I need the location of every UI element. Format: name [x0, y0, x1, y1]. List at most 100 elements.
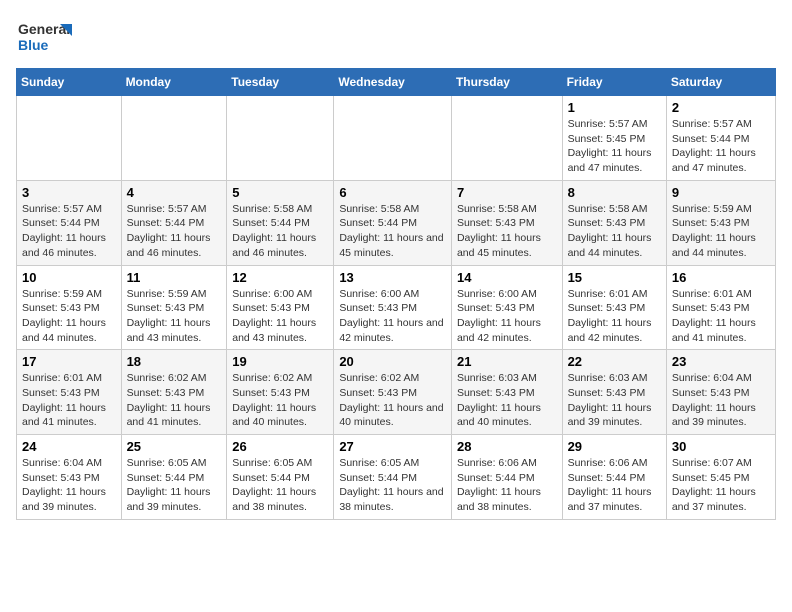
day-number: 3	[22, 185, 116, 200]
day-info: Sunrise: 5:57 AM Sunset: 5:44 PM Dayligh…	[22, 202, 116, 261]
day-info: Sunrise: 6:07 AM Sunset: 5:45 PM Dayligh…	[672, 456, 770, 515]
day-info: Sunrise: 5:57 AM Sunset: 5:44 PM Dayligh…	[127, 202, 222, 261]
day-number: 7	[457, 185, 557, 200]
day-info: Sunrise: 5:58 AM Sunset: 5:43 PM Dayligh…	[457, 202, 557, 261]
day-number: 23	[672, 354, 770, 369]
calendar-cell: 30 Sunrise: 6:07 AM Sunset: 5:45 PM Dayli…	[666, 435, 775, 520]
week-row-4: 17Sunrise: 6:01 AM Sunset: 5:43 PM Dayli…	[17, 350, 776, 435]
calendar-cell: 15 Sunrise: 6:01 AM Sunset: 5:43 PM Dayli…	[562, 265, 666, 350]
calendar-header: SundayMondayTuesdayWednesdayThursdayFrid…	[17, 69, 776, 96]
calendar-cell: 23Sunrise: 6:04 AM Sunset: 5:43 PM Dayli…	[666, 350, 775, 435]
day-info: Sunrise: 6:01 AM Sunset: 5:43 PM Dayligh…	[672, 287, 770, 346]
day-info: Sunrise: 6:06 AM Sunset: 5:44 PM Dayligh…	[568, 456, 661, 515]
day-info: Sunrise: 6:02 AM Sunset: 5:43 PM Dayligh…	[232, 371, 328, 430]
day-number: 28	[457, 439, 557, 454]
week-row-2: 3 Sunrise: 5:57 AM Sunset: 5:44 PM Daylig…	[17, 180, 776, 265]
day-number: 29	[568, 439, 661, 454]
calendar-cell	[451, 96, 562, 181]
calendar-cell: 13 Sunrise: 6:00 AM Sunset: 5:43 PM Dayli…	[334, 265, 452, 350]
day-number: 2	[672, 100, 770, 115]
day-info: Sunrise: 6:03 AM Sunset: 5:43 PM Dayligh…	[457, 371, 557, 430]
day-info: Sunrise: 6:00 AM Sunset: 5:43 PM Dayligh…	[457, 287, 557, 346]
logo-svg: GeneralBlue	[16, 16, 76, 60]
day-number: 11	[127, 270, 222, 285]
day-info: Sunrise: 6:02 AM Sunset: 5:43 PM Dayligh…	[339, 371, 446, 430]
day-info: Sunrise: 6:00 AM Sunset: 5:43 PM Dayligh…	[232, 287, 328, 346]
day-number: 5	[232, 185, 328, 200]
day-number: 26	[232, 439, 328, 454]
calendar-cell	[121, 96, 227, 181]
calendar-cell: 7 Sunrise: 5:58 AM Sunset: 5:43 PM Daylig…	[451, 180, 562, 265]
day-number: 18	[127, 354, 222, 369]
calendar-cell: 5 Sunrise: 5:58 AM Sunset: 5:44 PM Daylig…	[227, 180, 334, 265]
day-info: Sunrise: 6:05 AM Sunset: 5:44 PM Dayligh…	[232, 456, 328, 515]
day-info: Sunrise: 6:00 AM Sunset: 5:43 PM Dayligh…	[339, 287, 446, 346]
day-number: 10	[22, 270, 116, 285]
day-number: 21	[457, 354, 557, 369]
calendar-cell: 26 Sunrise: 6:05 AM Sunset: 5:44 PM Dayli…	[227, 435, 334, 520]
calendar-table: SundayMondayTuesdayWednesdayThursdayFrid…	[16, 68, 776, 520]
calendar-cell: 22Sunrise: 6:03 AM Sunset: 5:43 PM Dayli…	[562, 350, 666, 435]
day-info: Sunrise: 6:04 AM Sunset: 5:43 PM Dayligh…	[22, 456, 116, 515]
day-number: 24	[22, 439, 116, 454]
day-info: Sunrise: 5:58 AM Sunset: 5:44 PM Dayligh…	[232, 202, 328, 261]
day-info: Sunrise: 6:05 AM Sunset: 5:44 PM Dayligh…	[127, 456, 222, 515]
day-info: Sunrise: 5:58 AM Sunset: 5:43 PM Dayligh…	[568, 202, 661, 261]
day-info: Sunrise: 5:58 AM Sunset: 5:44 PM Dayligh…	[339, 202, 446, 261]
day-info: Sunrise: 6:03 AM Sunset: 5:43 PM Dayligh…	[568, 371, 661, 430]
calendar-cell: 4 Sunrise: 5:57 AM Sunset: 5:44 PM Daylig…	[121, 180, 227, 265]
header-monday: Monday	[121, 69, 227, 96]
svg-text:General: General	[18, 21, 70, 37]
calendar-cell: 11Sunrise: 5:59 AM Sunset: 5:43 PM Dayli…	[121, 265, 227, 350]
day-number: 14	[457, 270, 557, 285]
day-number: 15	[568, 270, 661, 285]
logo: GeneralBlue	[16, 16, 76, 60]
calendar-cell: 2Sunrise: 5:57 AM Sunset: 5:44 PM Daylig…	[666, 96, 775, 181]
calendar-cell: 20Sunrise: 6:02 AM Sunset: 5:43 PM Dayli…	[334, 350, 452, 435]
calendar-cell: 10 Sunrise: 5:59 AM Sunset: 5:43 PM Dayli…	[17, 265, 122, 350]
calendar-cell: 29 Sunrise: 6:06 AM Sunset: 5:44 PM Dayli…	[562, 435, 666, 520]
day-number: 4	[127, 185, 222, 200]
day-number: 8	[568, 185, 661, 200]
day-info: Sunrise: 6:01 AM Sunset: 5:43 PM Dayligh…	[568, 287, 661, 346]
calendar-cell: 3 Sunrise: 5:57 AM Sunset: 5:44 PM Daylig…	[17, 180, 122, 265]
day-number: 19	[232, 354, 328, 369]
day-number: 9	[672, 185, 770, 200]
calendar-cell: 21 Sunrise: 6:03 AM Sunset: 5:43 PM Dayli…	[451, 350, 562, 435]
calendar-cell: 6Sunrise: 5:58 AM Sunset: 5:44 PM Daylig…	[334, 180, 452, 265]
calendar-cell: 25Sunrise: 6:05 AM Sunset: 5:44 PM Dayli…	[121, 435, 227, 520]
day-info: Sunrise: 6:05 AM Sunset: 5:44 PM Dayligh…	[339, 456, 446, 515]
calendar-body: 1 Sunrise: 5:57 AM Sunset: 5:45 PM Daylig…	[17, 96, 776, 520]
calendar-cell: 28Sunrise: 6:06 AM Sunset: 5:44 PM Dayli…	[451, 435, 562, 520]
calendar-cell: 9 Sunrise: 5:59 AM Sunset: 5:43 PM Daylig…	[666, 180, 775, 265]
calendar-cell	[227, 96, 334, 181]
header-thursday: Thursday	[451, 69, 562, 96]
calendar-cell: 12Sunrise: 6:00 AM Sunset: 5:43 PM Dayli…	[227, 265, 334, 350]
day-number: 27	[339, 439, 446, 454]
day-number: 1	[568, 100, 661, 115]
day-info: Sunrise: 5:57 AM Sunset: 5:45 PM Dayligh…	[568, 117, 661, 176]
header-sunday: Sunday	[17, 69, 122, 96]
calendar-cell: 17Sunrise: 6:01 AM Sunset: 5:43 PM Dayli…	[17, 350, 122, 435]
day-info: Sunrise: 5:59 AM Sunset: 5:43 PM Dayligh…	[22, 287, 116, 346]
calendar-cell: 27 Sunrise: 6:05 AM Sunset: 5:44 PM Dayli…	[334, 435, 452, 520]
calendar-cell: 1 Sunrise: 5:57 AM Sunset: 5:45 PM Daylig…	[562, 96, 666, 181]
header-saturday: Saturday	[666, 69, 775, 96]
week-row-3: 10 Sunrise: 5:59 AM Sunset: 5:43 PM Dayli…	[17, 265, 776, 350]
day-info: Sunrise: 6:02 AM Sunset: 5:43 PM Dayligh…	[127, 371, 222, 430]
calendar-cell: 24 Sunrise: 6:04 AM Sunset: 5:43 PM Dayli…	[17, 435, 122, 520]
week-row-5: 24 Sunrise: 6:04 AM Sunset: 5:43 PM Dayli…	[17, 435, 776, 520]
calendar-cell: 18 Sunrise: 6:02 AM Sunset: 5:43 PM Dayli…	[121, 350, 227, 435]
day-number: 13	[339, 270, 446, 285]
header-tuesday: Tuesday	[227, 69, 334, 96]
svg-text:Blue: Blue	[18, 37, 49, 53]
calendar-cell: 8 Sunrise: 5:58 AM Sunset: 5:43 PM Daylig…	[562, 180, 666, 265]
week-row-1: 1 Sunrise: 5:57 AM Sunset: 5:45 PM Daylig…	[17, 96, 776, 181]
page-header: GeneralBlue	[16, 16, 776, 60]
day-info: Sunrise: 5:59 AM Sunset: 5:43 PM Dayligh…	[672, 202, 770, 261]
day-number: 30	[672, 439, 770, 454]
day-number: 16	[672, 270, 770, 285]
calendar-cell: 16 Sunrise: 6:01 AM Sunset: 5:43 PM Dayli…	[666, 265, 775, 350]
header-wednesday: Wednesday	[334, 69, 452, 96]
calendar-cell	[17, 96, 122, 181]
